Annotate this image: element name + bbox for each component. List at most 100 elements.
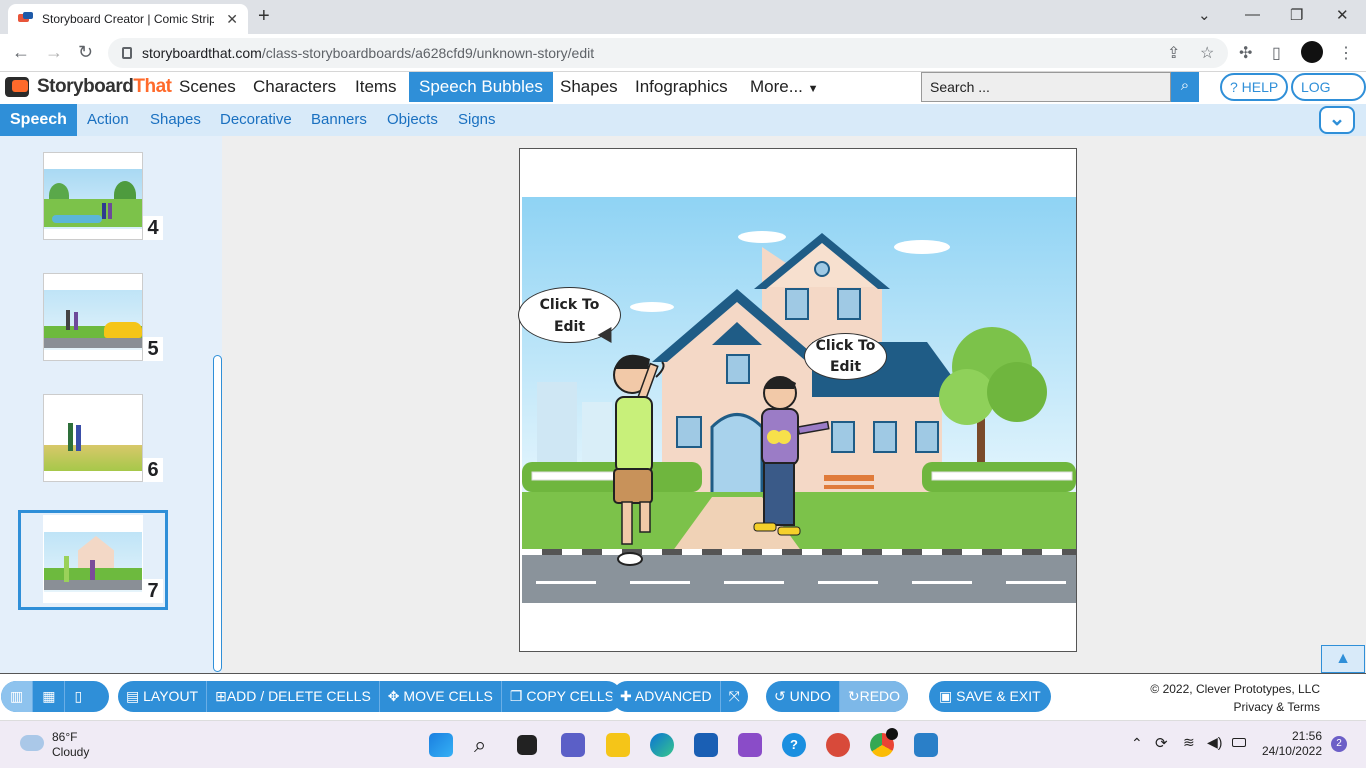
lock-icon: [122, 47, 132, 59]
new-tab-icon[interactable]: +: [258, 5, 270, 28]
privacy-terms-link[interactable]: Privacy & Terms: [1120, 698, 1320, 716]
volume-icon[interactable]: ◀): [1207, 734, 1222, 751]
add-delete-cells-button[interactable]: ⊞ADD / DELETE CELLS: [207, 681, 380, 712]
subnav-signs[interactable]: Signs: [448, 104, 506, 136]
reload-icon[interactable]: ↻: [78, 42, 93, 63]
sync-icon[interactable]: ⟳: [1155, 734, 1168, 752]
advanced-group: ✚ ADVANCED ⤧: [612, 681, 748, 712]
single-view-icon[interactable]: ▥: [1, 681, 34, 712]
storyboardthat-logo[interactable]: Storyboard That: [5, 76, 172, 98]
browser-tab[interactable]: Storyboard Creator | Comic Strip ✕: [8, 4, 248, 34]
undo-redo-group: ↺ UNDO ↻REDO: [766, 681, 909, 712]
speech-bubble-right[interactable]: Click To Edit: [804, 333, 887, 380]
bookmark-star-icon[interactable]: ☆: [1200, 43, 1214, 63]
nav-speech-bubbles[interactable]: Speech Bubbles: [409, 72, 553, 102]
storyboardthat-favicon-icon: [18, 12, 34, 26]
photos-icon[interactable]: [914, 733, 938, 757]
undo-button[interactable]: ↺ UNDO: [766, 681, 840, 712]
profile-avatar[interactable]: [1301, 41, 1323, 63]
close-window-icon[interactable]: ✕: [1336, 6, 1349, 24]
edge-icon[interactable]: [650, 733, 674, 757]
restore-icon[interactable]: ❐: [1290, 6, 1303, 24]
sidebar-scrollbar[interactable]: [213, 355, 222, 672]
subnav-objects[interactable]: Objects: [377, 104, 448, 136]
save-icon: ▣: [939, 688, 953, 704]
back-icon[interactable]: ←: [12, 42, 30, 63]
task-view-icon[interactable]: [517, 735, 537, 755]
cell-number: 4: [143, 216, 163, 240]
file-explorer-icon[interactable]: [606, 733, 630, 757]
grid-view-icon[interactable]: ▦: [33, 681, 66, 712]
nav-scenes[interactable]: Scenes: [169, 72, 246, 102]
side-panel-icon[interactable]: ▯: [1272, 43, 1281, 63]
extensions-puzzle-icon[interactable]: ✣: [1239, 43, 1252, 63]
fullscreen-icon[interactable]: ⤧: [721, 681, 748, 712]
save-exit-button[interactable]: ▣ SAVE & EXIT: [929, 681, 1051, 712]
layout-button[interactable]: ▤ LAYOUT: [118, 681, 208, 712]
microsoft-store-icon[interactable]: [694, 733, 718, 757]
search-icon[interactable]: ⌕: [1171, 72, 1199, 102]
help-app-icon[interactable]: ?: [782, 733, 806, 757]
move-label: MOVE CELLS: [403, 688, 493, 704]
logo-icon: [5, 76, 33, 98]
tab-search-chevron-icon[interactable]: ⌄: [1198, 6, 1211, 24]
redo-label: REDO: [859, 688, 901, 704]
cell-actions-group: ▤ LAYOUT ⊞ADD / DELETE CELLS ✥ MOVE CELL…: [118, 681, 623, 712]
subnav-speech[interactable]: Speech: [0, 104, 77, 136]
share-icon[interactable]: ⇪: [1167, 43, 1180, 63]
nav-shapes[interactable]: Shapes: [550, 72, 628, 102]
cell-thumbnail[interactable]: [43, 152, 143, 240]
cell-number-selected: 7: [143, 579, 163, 603]
add-delete-label: ADD / DELETE CELLS: [226, 688, 371, 704]
address-bar[interactable]: storyboardthat.com/class-storyboardboard…: [108, 38, 1228, 68]
teams-chat-icon[interactable]: [561, 733, 585, 757]
view-mode-group: ▥ ▦ ▯: [1, 681, 109, 712]
clock[interactable]: 21:56 24/10/2022: [1258, 729, 1322, 759]
nav-more[interactable]: More... ▼: [740, 72, 829, 102]
cell-number: 5: [143, 337, 163, 361]
logout-button[interactable]: LOG OUT: [1291, 73, 1366, 119]
move-cells-button[interactable]: ✥ MOVE CELLS: [380, 681, 502, 712]
notification-badge[interactable]: 2: [1331, 736, 1347, 752]
weather-desc: Cloudy: [52, 745, 90, 759]
cell-thumbnail[interactable]: [43, 394, 143, 482]
subnav-decorative[interactable]: Decorative: [210, 104, 302, 136]
cell-thumbnail-selected[interactable]: [43, 515, 143, 603]
minimize-icon[interactable]: —: [1245, 6, 1260, 23]
browser-toolbar: ← → ↻ storyboardthat.com/class-storyboar…: [0, 34, 1366, 72]
start-windows-icon[interactable]: [429, 733, 453, 757]
battery-icon[interactable]: [1232, 738, 1246, 747]
subnav-action[interactable]: Action: [77, 104, 139, 136]
more-menu-icon[interactable]: ⋮: [1338, 43, 1354, 63]
collapse-library-chevron-icon[interactable]: ⌄: [1319, 106, 1355, 134]
logo-text-storyboard: Storyboard: [37, 76, 134, 97]
close-tab-icon[interactable]: ✕: [226, 11, 238, 28]
game-app-icon[interactable]: [826, 733, 850, 757]
wifi-icon[interactable]: ≋: [1183, 734, 1195, 751]
nav-infographics[interactable]: Infographics: [625, 72, 738, 102]
save-group: ▣ SAVE & EXIT: [929, 681, 1051, 712]
expand-panel-up-icon[interactable]: ▲: [1321, 645, 1365, 673]
search-taskbar-icon[interactable]: ⌕: [474, 733, 498, 757]
split-view-icon[interactable]: ▯: [65, 681, 91, 712]
show-hidden-icons-chevron-icon[interactable]: ⌃: [1131, 735, 1143, 752]
app-icon[interactable]: [738, 733, 762, 757]
cell-thumbnail[interactable]: [43, 273, 143, 361]
weather-widget[interactable]: 86°F Cloudy: [52, 730, 89, 760]
subnav-banners[interactable]: Banners: [301, 104, 377, 136]
copy-icon: ❐: [509, 688, 523, 704]
browser-tab-strip: Storyboard Creator | Comic Strip ✕ + ⌄ —…: [0, 0, 1366, 34]
scene-background[interactable]: [522, 197, 1076, 603]
windows-taskbar: 86°F Cloudy ⌕ ? ⌃ ⟳ ≋ ◀) 21:56 24/10/202…: [0, 720, 1366, 768]
redo-button[interactable]: ↻REDO: [839, 681, 909, 712]
search-input[interactable]: Search ...: [921, 72, 1171, 102]
nav-items[interactable]: Items: [345, 72, 407, 102]
subnav-shapes[interactable]: Shapes: [140, 104, 211, 136]
advanced-label: ADVANCED: [634, 688, 712, 704]
copy-cells-button[interactable]: ❐ COPY CELLS: [502, 681, 622, 712]
help-button[interactable]: ? HELP: [1220, 73, 1289, 101]
forward-icon[interactable]: →: [45, 42, 63, 63]
nav-more-label: More...: [750, 77, 803, 96]
advanced-button[interactable]: ✚ ADVANCED: [612, 681, 721, 712]
nav-characters[interactable]: Characters: [243, 72, 346, 102]
